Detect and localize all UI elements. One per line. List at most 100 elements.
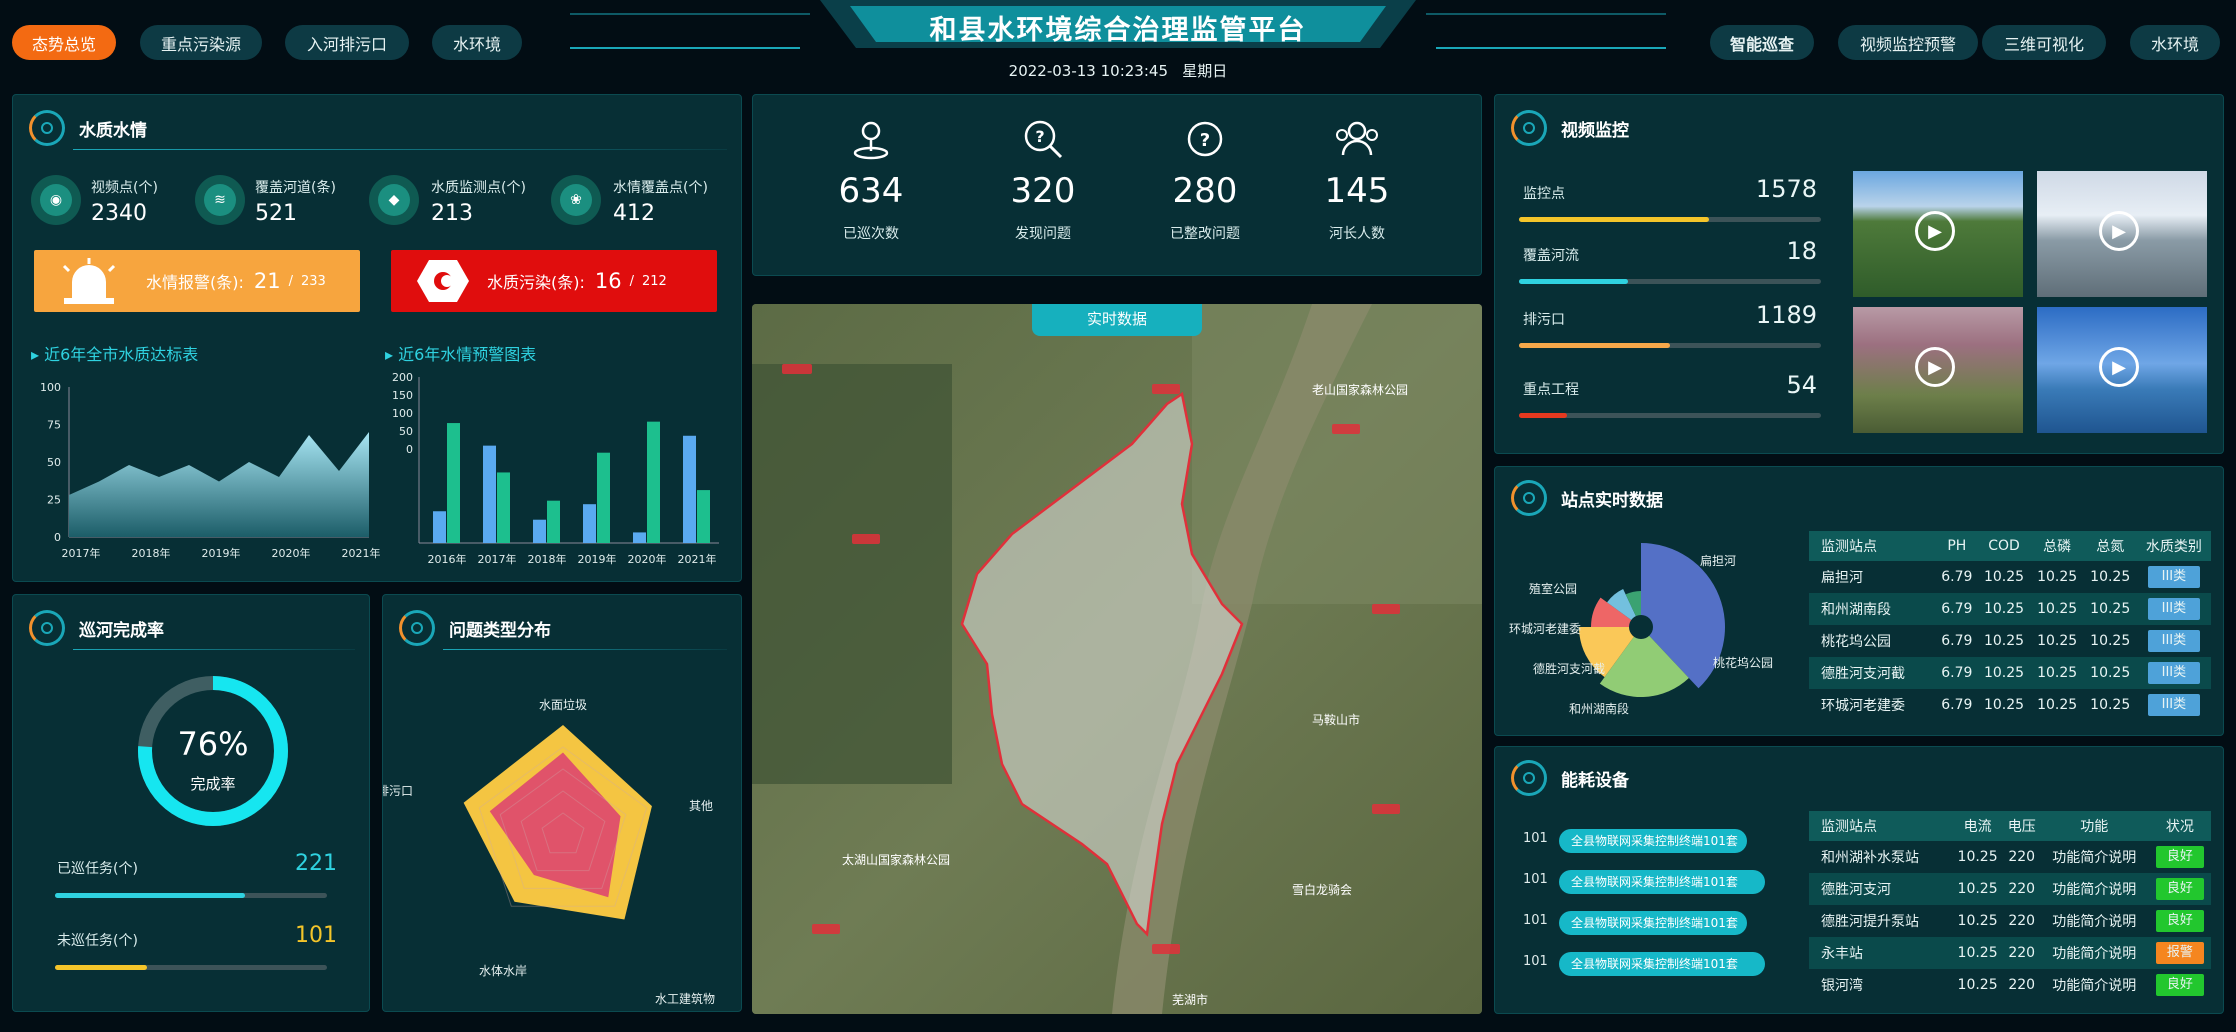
issue-radar-chart: 水面垃圾其他水工建筑物 水体水岸 排污口 [383,697,715,1005]
table-row[interactable]: 扁担河 6.79 10.25 10.25 10.25 III类 [1809,561,2211,593]
table-cell: 和州湖补水泵站 [1821,850,1919,866]
water-standard-area-chart: 0 25 50 75 100 2017年 2018年 2019年 2020年 2021年 [40,381,381,560]
pollution-value: 16 [594,269,622,293]
bar [447,423,460,543]
pollution-label: 水质污染(条): [487,273,585,292]
table-cell: 10.25 [2030,657,2084,689]
nav-smart-patrol[interactable]: 智能巡查 [1710,25,1814,60]
table-cell: 220 [2003,873,2040,905]
pie-center [1629,615,1653,639]
svg-text:马鞍山市: 马鞍山市 [1312,712,1360,727]
panel-title-text: 水质水情 [79,120,147,141]
play-icon[interactable]: ▶ [2099,347,2139,387]
device-pill[interactable]: 全县物联网采集控制终端101套 [1559,870,1765,894]
bar-chart-title-text: 近6年水情预警图表 [398,345,537,364]
svg-text:芜湖市: 芜湖市 [1172,992,1208,1007]
satellite-map[interactable]: 太湖山国家森林公园 老山国家森林公园 雪白龙骑会 马鞍山市 芜湖市 实时数据 [752,304,1482,1014]
table-row[interactable]: 和州湖南段 6.79 10.25 10.25 10.25 III类 [1809,593,2211,625]
table-row[interactable]: 德胜河支河截 6.79 10.25 10.25 10.25 III类 [1809,657,2211,689]
device-pill[interactable]: 全县物联网采集控制终端101套 [1559,952,1765,976]
table-row[interactable]: 环城河老建委 6.79 10.25 10.25 10.25 III类 [1809,689,2211,721]
video-row-label: 覆盖河流 [1523,248,1579,264]
table-row[interactable]: 德胜河提升泵站 10.25 220 功能简介说明 良好 [1809,905,2211,937]
table-cell: 220 [2003,937,2040,969]
x-tick-label: 2017年 [62,546,101,560]
quality-badge: III类 [2147,566,2200,588]
panel-title: 视频监控 [1511,105,1629,151]
y-tick-label: 0 [406,443,413,456]
table-cell: 永丰站 [1809,937,1952,969]
y-tick-label: 75 [47,419,61,432]
river-chief-value: 145 [1324,171,1390,211]
play-icon[interactable]: ▶ [1915,347,1955,387]
table-row[interactable]: 和州湖补水泵站 10.25 220 功能简介说明 良好 [1809,841,2211,873]
question-circle-icon: ? [1187,121,1223,157]
video-thumbnail[interactable]: ▶ [2037,307,2207,433]
table-row[interactable]: 银河湾 10.25 220 功能简介说明 良好 [1809,969,2211,1001]
bar [433,511,446,543]
table-row[interactable]: 永丰站 10.25 220 功能简介说明 报警 [1809,937,2211,969]
table-cell: 6.79 [1941,569,1973,585]
table-cell: 功能简介说明 [2039,937,2149,969]
status-badge: 良好 [2155,846,2204,868]
column-header: 总氮 [2083,531,2137,561]
status-badge: 良好 [2155,910,2204,932]
nav-outfall[interactable]: 入河排污口 [285,25,409,60]
video-row-bar [1519,343,1821,348]
nav-water-env-left[interactable]: 水环境 [432,25,522,60]
done-progress [55,893,327,898]
video-row-label: 重点工程 [1523,382,1579,398]
video-row-value: 54 [1786,371,1817,399]
ring-icon [1511,480,1547,516]
video-row-label: 监控点 [1523,186,1565,202]
table-row[interactable]: 桃花坞公园 6.79 10.25 10.25 10.25 III类 [1809,625,2211,657]
play-icon[interactable]: ▶ [2099,211,2139,251]
device-pill[interactable]: 全县物联网采集控制终端101套 [1559,829,1747,853]
y-tick-label: 200 [392,371,413,384]
x-tick-label: 2021年 [678,552,717,566]
bar [583,504,596,543]
table-cell: 10.25 [2030,593,2084,625]
device-pill[interactable]: 全县物联网采集控制终端101套 [1559,911,1747,935]
x-tick-label: 2019年 [578,552,617,566]
radar-label: 其他 [689,799,713,813]
energy-device-panel: 能耗设备 101 全县物联网采集控制终端101套 101 全县物联网采集控制终端101… [1494,746,2224,1014]
page-title: 和县水环境综合治理监管平台 [929,15,1307,46]
video-row-value: 18 [1786,237,1817,265]
bar [497,472,510,543]
table-cell: 10.25 [2037,633,2078,649]
play-icon[interactable]: ▶ [1915,211,1955,251]
station-pie-chart: 扁担河桃花坞公园和州湖南段 德胜河支河截 环城河老建委 殖室公园 [1509,543,1773,716]
table-row[interactable]: 德胜河支河 10.25 220 功能简介说明 良好 [1809,873,2211,905]
nav-overview[interactable]: 态势总览 [12,25,116,60]
water-alarm-card[interactable]: 水情报警(条): 21 / 233 [34,250,360,312]
realtime-data-label[interactable]: 实时数据 [1032,304,1202,336]
nav-3d[interactable]: 三维可视化 [1982,25,2106,60]
table-cell: 扁担河 [1821,570,1863,586]
bar [647,421,660,543]
svg-text:?: ? [1200,130,1210,151]
device-count: 101 [1523,831,1548,846]
table-cell: 良好 [2149,905,2211,937]
video-thumbnail[interactable]: ▶ [1853,307,2023,433]
table-cell: 220 [2008,977,2036,993]
table-cell: 报警 [2148,937,2211,969]
pollution-hexagon-icon [417,260,469,302]
video-thumbnail[interactable]: ▶ [1853,171,2023,297]
group-icon [1336,121,1378,156]
nav-water-env-right[interactable]: 水环境 [2130,25,2220,60]
nav-pollution-source[interactable]: 重点污染源 [140,25,262,60]
quality-badge: III类 [2147,694,2200,716]
bar-chart-title: ▸ 近6年水情预警图表 [385,345,537,364]
table-cell: 220 [2008,849,2036,865]
nav-video-alert[interactable]: 视频监控预警 [1838,25,1978,60]
device-count: 101 [1523,913,1548,928]
water-pollution-card[interactable]: 水质污染(条): 16 / 212 [391,250,717,312]
station-data-panel: 站点实时数据 扁担河 桃花坞公园 和州湖南段 德胜河支河截 环城河老建委 殖室公园 监测站… [1494,466,2224,736]
video-thumbnail[interactable]: ▶ [2037,171,2207,297]
water-level-icon: ❀ [551,175,601,225]
table-cell: 10.25 [1957,913,1998,929]
status-badge: 报警 [2155,942,2204,964]
issues-found-value: 320 [1010,171,1076,211]
panel-title: 水质水情 [29,105,147,151]
